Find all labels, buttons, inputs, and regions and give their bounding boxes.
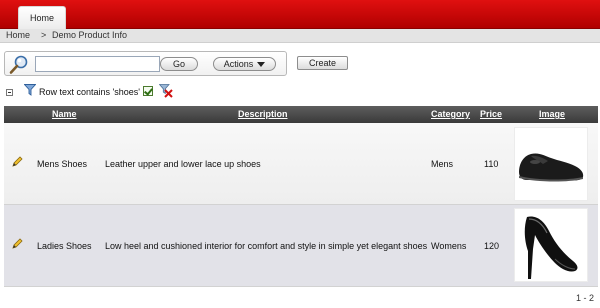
table-row: Ladies Shoes Low heel and cushioned inte… xyxy=(4,205,598,287)
filter-enabled-checkbox[interactable] xyxy=(143,86,153,96)
breadcrumb-separator: > xyxy=(41,30,47,40)
cell-description: Low heel and cushioned interior for comf… xyxy=(105,241,428,251)
cell-category: Mens xyxy=(431,159,454,169)
search-panel: Go Actions xyxy=(4,51,287,76)
table-header: Name Description Category Price Image xyxy=(4,106,598,123)
breadcrumb-current: Demo Product Info xyxy=(52,30,128,40)
breadcrumb: Home > Demo Product Info xyxy=(0,29,600,43)
cell-price: 120 xyxy=(484,241,500,251)
actions-label: Actions xyxy=(223,59,254,69)
cell-price: 110 xyxy=(484,159,499,169)
filter-icon xyxy=(24,84,36,96)
create-button[interactable]: Create xyxy=(297,56,348,70)
cell-name: Mens Shoes xyxy=(37,159,88,169)
top-navigation-bar: Home xyxy=(0,0,600,29)
column-header-image[interactable]: Image xyxy=(539,109,565,119)
edit-icon[interactable] xyxy=(11,238,23,250)
ladies-shoe-icon xyxy=(524,216,578,279)
cell-description: Leather upper and lower lace up shoes xyxy=(105,159,261,169)
breadcrumb-home-link[interactable]: Home xyxy=(6,30,30,40)
table-row: Mens Shoes Leather upper and lower lace … xyxy=(4,123,598,205)
filter-description[interactable]: Row text contains 'shoes' xyxy=(39,87,140,97)
search-icon[interactable] xyxy=(9,55,29,75)
collapse-icon[interactable] xyxy=(6,89,13,96)
mens-shoe-icon xyxy=(519,153,584,182)
pagination-range: 1 - 2 xyxy=(575,293,594,303)
column-header-category[interactable]: Category xyxy=(431,109,470,119)
cell-name: Ladies Shoes xyxy=(37,241,92,251)
chevron-down-icon xyxy=(257,62,266,67)
search-input[interactable] xyxy=(35,56,160,72)
column-header-description[interactable]: Description xyxy=(238,109,288,119)
product-report-table: Name Description Category Price Image Me… xyxy=(4,106,598,287)
remove-filter-icon[interactable] xyxy=(159,84,173,98)
tab-home[interactable]: Home xyxy=(18,6,66,29)
column-header-price[interactable]: Price xyxy=(480,109,502,119)
edit-icon[interactable] xyxy=(11,156,23,168)
actions-menu-button[interactable]: Actions xyxy=(213,57,276,71)
cell-category: Womens xyxy=(431,241,467,251)
product-image xyxy=(514,208,588,282)
go-button[interactable]: Go xyxy=(160,57,198,71)
product-image xyxy=(514,127,588,201)
column-header-name[interactable]: Name xyxy=(52,109,77,119)
